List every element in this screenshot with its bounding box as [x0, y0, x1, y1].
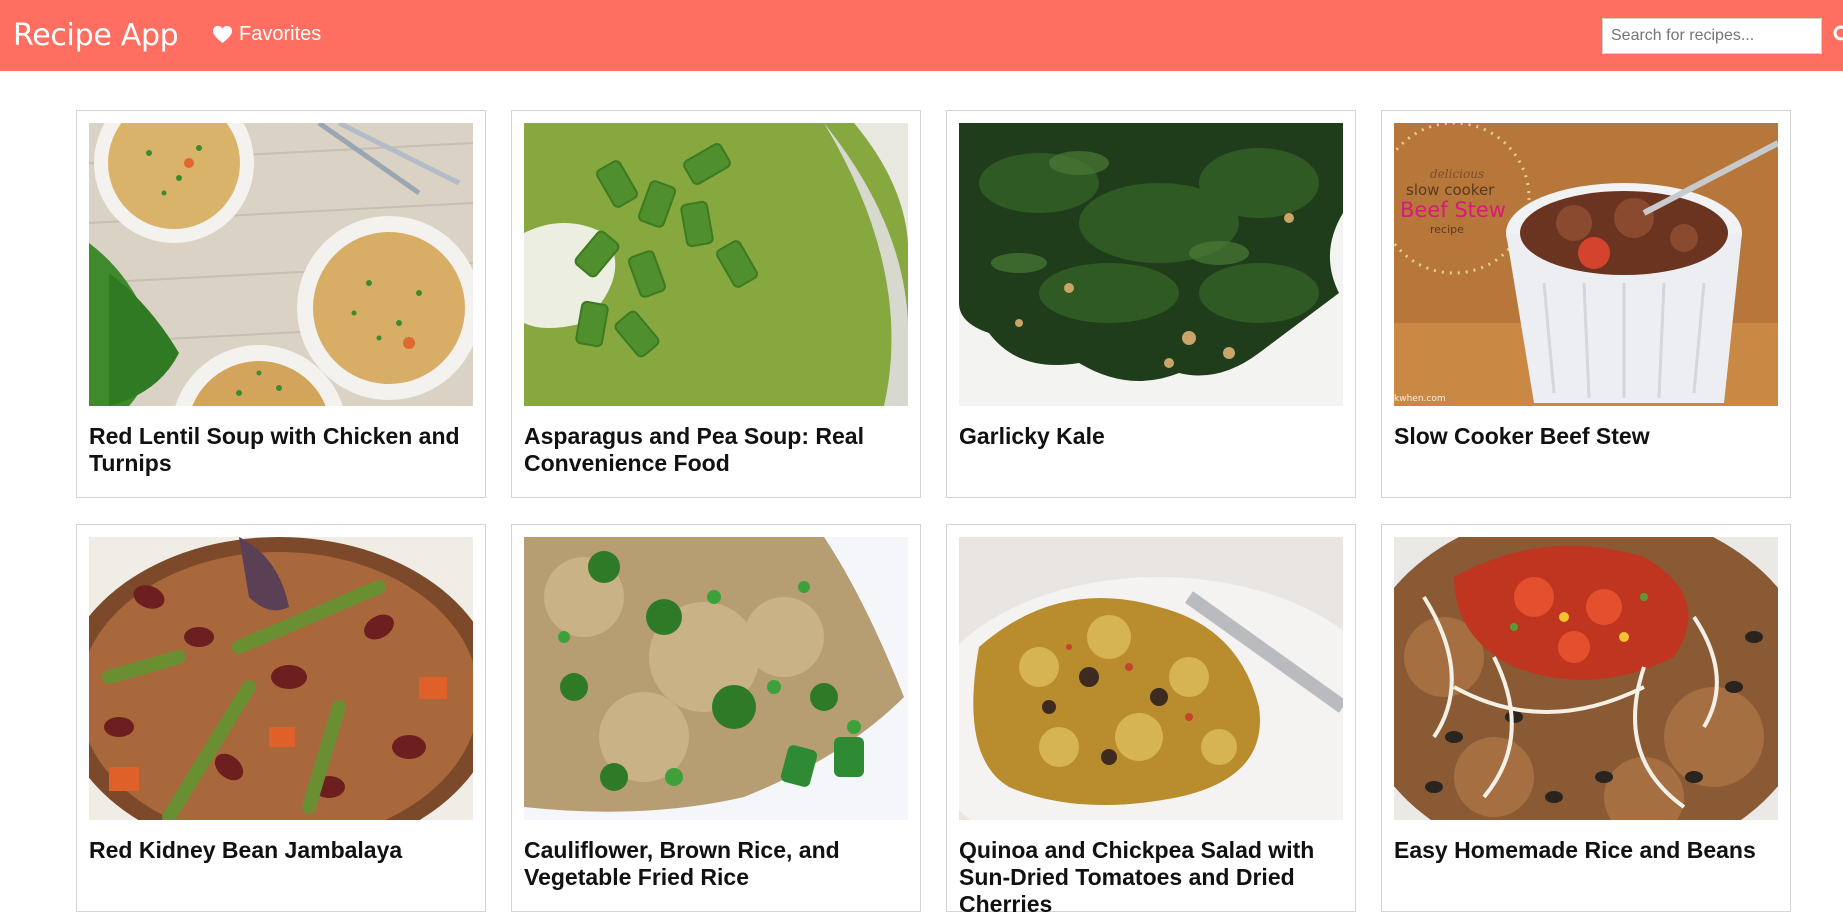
- search-input[interactable]: [1602, 18, 1822, 54]
- svg-text:slow cooker: slow cooker: [1406, 181, 1495, 199]
- recipe-card[interactable]: Quinoa and Chickpea Salad with Sun-Dried…: [946, 524, 1356, 917]
- recipe-grid: Red Lentil Soup with Chicken and Turnips: [76, 110, 1791, 917]
- recipe-card[interactable]: Cauliflower, Brown Rice, and Vegetable F…: [511, 524, 921, 912]
- recipe-image-quinoa-chickpea-salad: [959, 537, 1343, 820]
- svg-text:Beef Stew: Beef Stew: [1400, 198, 1506, 222]
- recipe-card[interactable]: Red Lentil Soup with Chicken and Turnips: [76, 110, 486, 498]
- favorites-link[interactable]: Favorites: [212, 23, 321, 46]
- recipe-card[interactable]: delicious slow cooker Beef Stew recipe k…: [1381, 110, 1791, 498]
- image-caption: delicious: [1430, 167, 1484, 181]
- recipe-image-red-lentil-soup: [89, 123, 473, 406]
- recipe-card[interactable]: Asparagus and Pea Soup: Real Convenience…: [511, 110, 921, 498]
- recipe-image-cauliflower-fried-rice: [524, 537, 908, 820]
- app-brand[interactable]: Recipe App: [13, 18, 179, 53]
- top-navbar: Recipe App Favorites: [0, 0, 1843, 71]
- recipe-card[interactable]: Easy Homemade Rice and Beans: [1381, 524, 1791, 912]
- recipe-title[interactable]: Easy Homemade Rice and Beans: [1394, 837, 1778, 864]
- recipe-title[interactable]: Red Kidney Bean Jambalaya: [89, 837, 473, 864]
- recipe-image-rice-and-beans: [1394, 537, 1778, 820]
- recipe-title[interactable]: Cauliflower, Brown Rice, and Vegetable F…: [524, 837, 908, 891]
- heart-icon: [213, 25, 232, 44]
- svg-text:recipe: recipe: [1430, 223, 1464, 236]
- recipe-title[interactable]: Asparagus and Pea Soup: Real Convenience…: [524, 423, 908, 477]
- recipe-image-red-kidney-bean-jambalaya: [89, 537, 473, 820]
- recipe-card[interactable]: Red Kidney Bean Jambalaya: [76, 524, 486, 912]
- image-watermark: kwhen.com: [1394, 394, 1446, 404]
- recipe-card[interactable]: Garlicky Kale: [946, 110, 1356, 498]
- recipe-image-asparagus-pea-soup: [524, 123, 908, 406]
- recipe-title[interactable]: Garlicky Kale: [959, 423, 1343, 450]
- recipe-image-garlicky-kale: [959, 123, 1343, 406]
- recipe-title[interactable]: Quinoa and Chickpea Salad with Sun-Dried…: [959, 837, 1343, 918]
- recipe-title[interactable]: Slow Cooker Beef Stew: [1394, 423, 1778, 450]
- recipe-image-slow-cooker-beef-stew: delicious slow cooker Beef Stew recipe k…: [1394, 123, 1778, 406]
- search-icon[interactable]: [1833, 25, 1843, 47]
- favorites-label: Favorites: [239, 23, 322, 45]
- recipe-title[interactable]: Red Lentil Soup with Chicken and Turnips: [89, 423, 473, 477]
